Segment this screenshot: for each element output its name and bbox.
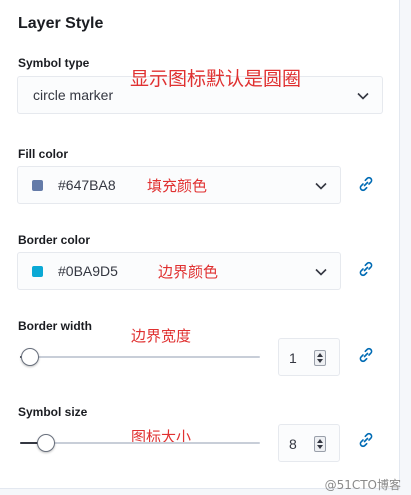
chevron-down-icon	[357, 92, 369, 100]
border-color-annotation: 边界颜色	[158, 263, 219, 281]
link-icon[interactable]	[357, 260, 375, 278]
symbol-size-label: Symbol size	[18, 405, 88, 419]
fill-color-swatch	[32, 180, 43, 191]
border-color-label: Border color	[18, 233, 91, 247]
fill-color-hex: #647BA8	[58, 177, 116, 193]
fill-color-annotation: 填充颜色	[147, 177, 208, 195]
link-icon[interactable]	[357, 346, 375, 364]
border-width-value: 1	[289, 350, 297, 366]
border-width-slider-track[interactable]	[20, 356, 260, 358]
symbol-type-value: circle marker	[33, 87, 114, 103]
chevron-down-icon	[315, 182, 327, 190]
symbol-type-label: Symbol type	[18, 56, 90, 70]
symbol-size-input[interactable]: 8	[278, 424, 340, 462]
stepper-down-icon[interactable]	[317, 445, 323, 449]
link-icon[interactable]	[357, 431, 375, 449]
stepper-down-icon[interactable]	[317, 359, 323, 363]
symbol-size-value: 8	[289, 436, 297, 452]
symbol-type-annotation: 显示图标默认是圆圈	[130, 68, 302, 90]
fill-color-label: Fill color	[18, 147, 69, 161]
layer-style-panel: Layer Style Symbol type circle marker 显示…	[0, 0, 400, 489]
border-width-input[interactable]: 1	[278, 338, 340, 376]
symbol-size-slider-track[interactable]	[20, 442, 260, 444]
border-color-swatch	[32, 266, 43, 277]
chevron-down-icon	[315, 268, 327, 276]
symbol-size-stepper[interactable]	[314, 436, 326, 452]
link-icon[interactable]	[357, 175, 375, 193]
stepper-up-icon[interactable]	[317, 353, 323, 357]
border-width-slider-thumb[interactable]	[20, 348, 39, 366]
stepper-up-icon[interactable]	[317, 439, 323, 443]
symbol-size-slider-thumb[interactable]	[37, 434, 56, 452]
panel-title: Layer Style	[18, 15, 104, 32]
border-width-label: Border width	[18, 319, 92, 333]
watermark: @51CTO博客	[324, 478, 401, 492]
border-width-annotation: 边界宽度	[131, 327, 192, 345]
border-width-stepper[interactable]	[314, 350, 326, 366]
border-color-hex: #0BA9D5	[58, 263, 118, 279]
